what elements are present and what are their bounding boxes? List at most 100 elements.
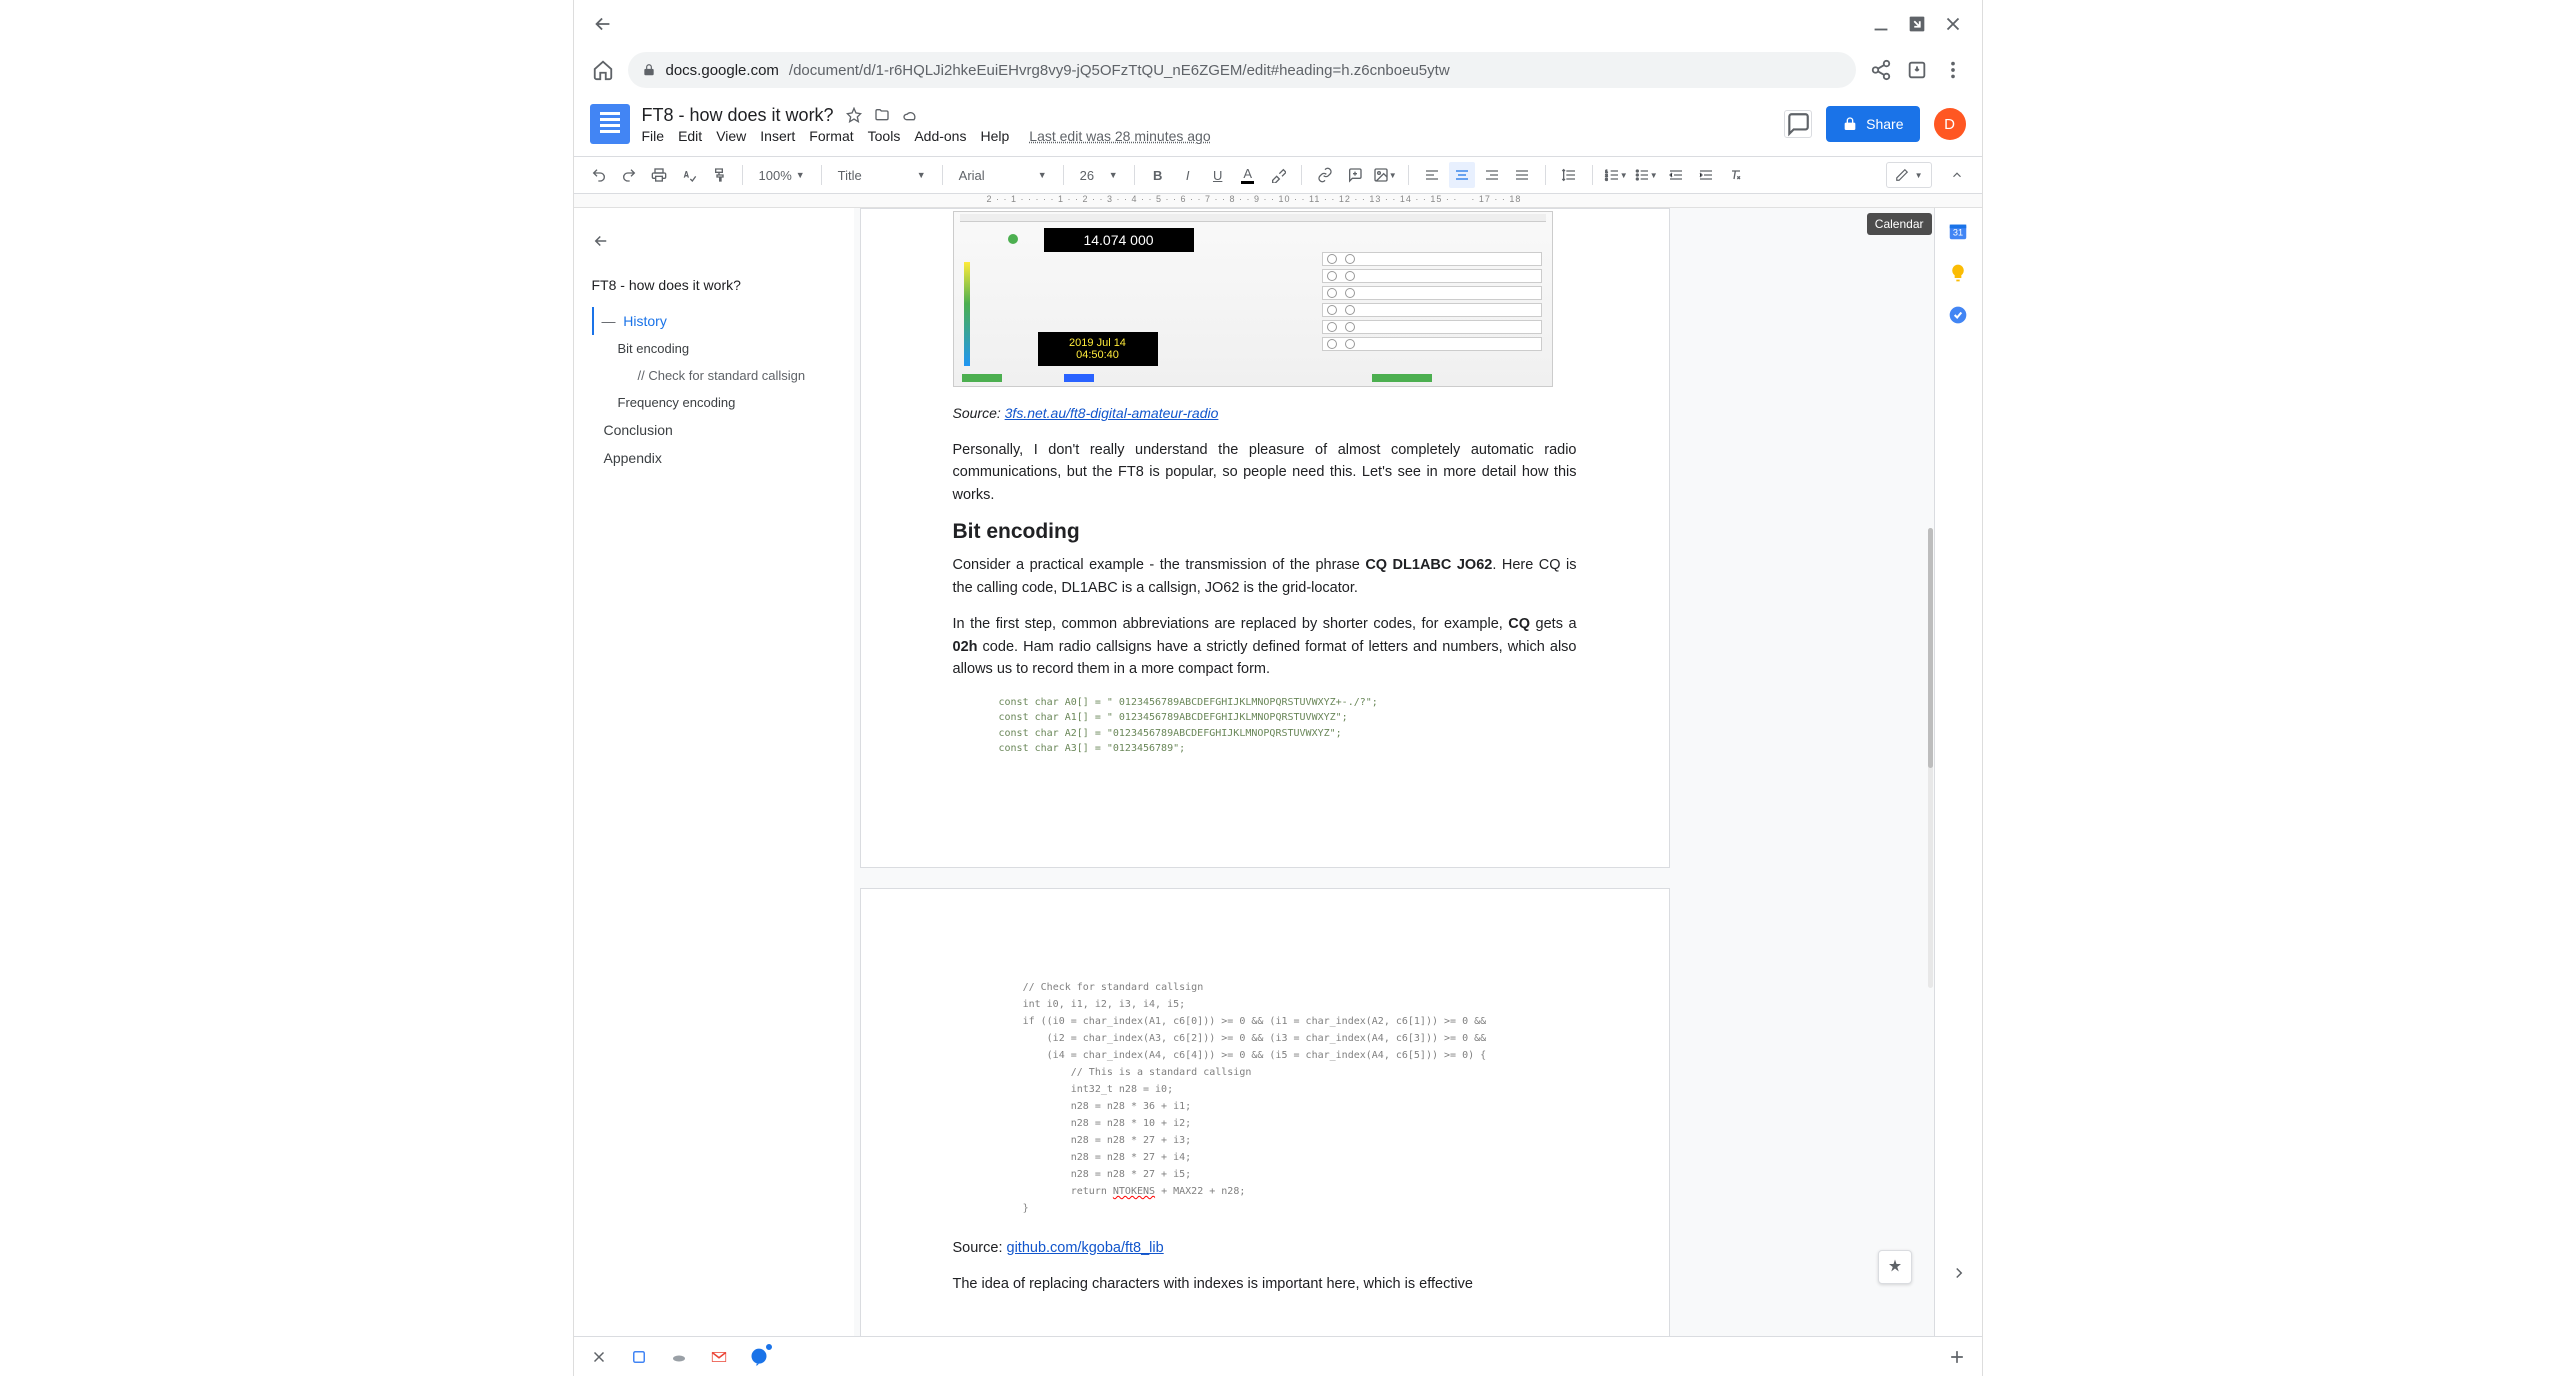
spellcheck-icon[interactable]: [676, 162, 702, 188]
back-arrow-icon[interactable]: [592, 13, 614, 35]
shelf-drive-icon[interactable]: [668, 1346, 690, 1368]
move-folder-icon[interactable]: [874, 107, 890, 123]
menu-addons[interactable]: Add-ons: [914, 128, 966, 144]
wsjt-x-screenshot-figure: 14.074 000 2019 Jul 1404:50:40: [953, 211, 1553, 387]
toolbar: 100%▼ Title▼ Arial▼ 26▼ B I U A ▼ 123▼ ▼…: [574, 156, 1982, 194]
menu-file[interactable]: File: [642, 128, 665, 144]
align-justify-icon[interactable]: [1509, 162, 1535, 188]
zoom-selector[interactable]: 100%▼: [753, 168, 811, 183]
pencil-icon: [1895, 168, 1909, 182]
italic-icon[interactable]: I: [1175, 162, 1201, 188]
last-edit-info[interactable]: Last edit was 28 minutes ago: [1029, 128, 1210, 144]
paragraph: Personally, I don't really understand th…: [953, 439, 1577, 506]
calendar-icon[interactable]: 31: [1947, 220, 1969, 242]
keep-icon[interactable]: [1947, 262, 1969, 284]
insert-comment-icon[interactable]: [1342, 162, 1368, 188]
decrease-indent-icon[interactable]: [1663, 162, 1689, 188]
menu-view[interactable]: View: [716, 128, 746, 144]
collapse-toolbar-icon[interactable]: [1944, 162, 1970, 188]
bottom-shelf: [574, 1336, 1982, 1376]
install-app-icon[interactable]: [1906, 59, 1928, 81]
line-spacing-icon[interactable]: [1556, 162, 1582, 188]
more-menu-icon[interactable]: [1942, 59, 1964, 81]
menu-insert[interactable]: Insert: [760, 128, 795, 144]
add-shelf-item-icon[interactable]: [1946, 1346, 1968, 1368]
align-left-icon[interactable]: [1419, 162, 1445, 188]
side-panel-rail: Calendar 31: [1934, 208, 1982, 1336]
menu-edit[interactable]: Edit: [678, 128, 702, 144]
home-icon[interactable]: [592, 59, 614, 81]
source-link[interactable]: 3fs.net.au/ft8-digital-amateur-radio: [1005, 405, 1219, 421]
align-center-icon[interactable]: [1449, 162, 1475, 188]
align-right-icon[interactable]: [1479, 162, 1505, 188]
share-url-icon[interactable]: [1870, 59, 1892, 81]
tooltip: Calendar: [1867, 213, 1932, 235]
heading-bit-encoding: Bit encoding: [953, 520, 1577, 544]
minimize-icon[interactable]: [1870, 13, 1892, 35]
undo-icon[interactable]: [586, 162, 612, 188]
cloud-saved-icon[interactable]: [902, 107, 918, 123]
tasks-icon[interactable]: [1947, 304, 1969, 326]
code-block: const char A0[] = " 0123456789ABCDEFGHIJ…: [999, 695, 1577, 757]
outline-item[interactable]: Bit encoding: [592, 335, 836, 362]
clear-formatting-icon[interactable]: [1723, 162, 1749, 188]
highlight-color-icon[interactable]: [1265, 162, 1291, 188]
open-external-icon[interactable]: [1906, 13, 1928, 35]
code-block: // Check for standard callsign int i0, i…: [999, 979, 1577, 1217]
svg-text:31: 31: [1953, 228, 1963, 238]
bulleted-list-icon[interactable]: ▼: [1633, 162, 1659, 188]
shelf-hangouts-icon[interactable]: [748, 1346, 770, 1368]
outline-item[interactable]: Conclusion: [592, 416, 836, 444]
shelf-gmail-icon[interactable]: [708, 1346, 730, 1368]
star-icon[interactable]: [846, 107, 862, 123]
underline-icon[interactable]: U: [1205, 162, 1231, 188]
outline-item[interactable]: // Check for standard callsign: [592, 362, 836, 389]
url-path: /document/d/1-r6HQLJi2hkeEuiEHvrg8vy9-jQ…: [789, 62, 1450, 79]
lock-icon: [1842, 116, 1858, 132]
font-selector[interactable]: Arial▼: [953, 168, 1053, 183]
lock-icon: [642, 63, 656, 77]
bold-icon[interactable]: B: [1145, 162, 1171, 188]
menu-tools[interactable]: Tools: [868, 128, 901, 144]
redo-icon[interactable]: [616, 162, 642, 188]
outline-doc-title: FT8 - how does it work?: [592, 277, 836, 293]
insert-link-icon[interactable]: [1312, 162, 1338, 188]
svg-text:3: 3: [1605, 176, 1608, 181]
docs-logo-icon[interactable]: [590, 104, 630, 144]
figure-source: Source: 3fs.net.au/ft8-digital-amateur-r…: [953, 405, 1577, 421]
explore-button[interactable]: [1878, 1250, 1912, 1284]
address-bar[interactable]: docs.google.com/document/d/1-r6HQLJi2hke…: [628, 52, 1856, 88]
share-button[interactable]: Share: [1826, 106, 1919, 142]
editing-mode-selector[interactable]: ▼: [1886, 162, 1932, 188]
menu-help[interactable]: Help: [980, 128, 1009, 144]
document-outline: FT8 - how does it work? — History Bit en…: [574, 208, 854, 1336]
scrollbar-thumb[interactable]: [1928, 528, 1933, 768]
menu-format[interactable]: Format: [809, 128, 853, 144]
shelf-app-icon[interactable]: [628, 1346, 650, 1368]
outline-item[interactable]: Appendix: [592, 444, 836, 472]
scrollbar[interactable]: [1928, 528, 1933, 988]
paragraph: Consider a practical example - the trans…: [953, 554, 1577, 599]
comment-history-icon[interactable]: [1784, 110, 1812, 138]
paragraph: In the first step, common abbreviations …: [953, 613, 1577, 680]
outline-back-icon[interactable]: [592, 232, 836, 253]
insert-image-icon[interactable]: ▼: [1372, 162, 1398, 188]
document-title[interactable]: FT8 - how does it work?: [642, 105, 834, 126]
numbered-list-icon[interactable]: 123▼: [1603, 162, 1629, 188]
share-label: Share: [1866, 116, 1903, 132]
text-color-icon[interactable]: A: [1235, 162, 1261, 188]
outline-item[interactable]: — History: [592, 307, 836, 335]
ruler[interactable]: 2 · · 1 · · · · · 1 · · 2 · · 3 · · 4 · …: [574, 194, 1982, 208]
font-size-selector[interactable]: 26▼: [1074, 168, 1124, 183]
increase-indent-icon[interactable]: [1693, 162, 1719, 188]
style-selector[interactable]: Title▼: [832, 168, 932, 183]
document-canvas[interactable]: 14.074 000 2019 Jul 1404:50:40: [854, 208, 1934, 1336]
close-icon[interactable]: [1942, 13, 1964, 35]
show-side-panel-icon[interactable]: [1948, 1262, 1970, 1284]
close-shelf-icon[interactable]: [588, 1346, 610, 1368]
user-avatar[interactable]: D: [1934, 108, 1966, 140]
outline-item[interactable]: Frequency encoding: [592, 389, 836, 416]
print-icon[interactable]: [646, 162, 672, 188]
source-link[interactable]: github.com/kgoba/ft8_lib: [1007, 1240, 1164, 1256]
paint-format-icon[interactable]: [706, 162, 732, 188]
